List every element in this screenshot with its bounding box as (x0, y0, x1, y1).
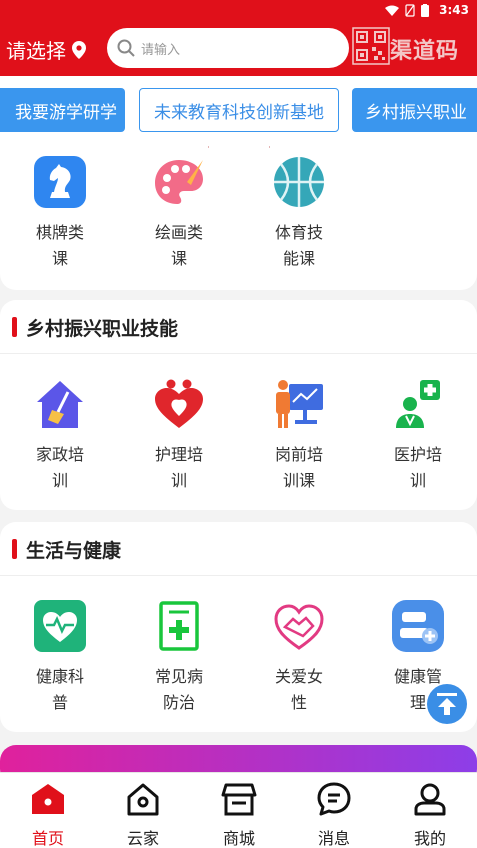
course-label: 绘画类课 (154, 223, 203, 268)
skill-label: 家政培训 (35, 445, 84, 490)
search-input[interactable]: 请输入 (107, 28, 349, 68)
section-accent-bar (12, 317, 17, 337)
status-bar: 3:43 (0, 0, 477, 22)
nav-cloud-home[interactable]: 云家 (108, 781, 178, 848)
health-item-women-care[interactable]: 关爱女性 (254, 600, 344, 716)
category-tabs: 我要游学研学 未来教育科技创新基地 乡村振兴职业 (0, 76, 477, 148)
wifi-icon (385, 5, 399, 16)
home-icon (32, 784, 64, 814)
section-title: 生活与健康 (26, 540, 122, 562)
skill-label: 护理培训 (154, 445, 203, 490)
medical-clipboard-icon (159, 601, 199, 651)
nav-profile[interactable]: 我的 (395, 781, 465, 848)
course-item-chess[interactable]: 棋牌类课 (15, 156, 105, 272)
section-title: 乡村振兴职业技能 (26, 318, 179, 340)
back-to-top-button[interactable] (427, 684, 467, 724)
nursing-heart-icon (155, 379, 203, 428)
course-label: 体育技能课 (274, 223, 323, 268)
rural-skills-section: 乡村振兴职业技能 家政培训 护理培训 岗前培训课 医护培训 (0, 300, 477, 510)
location-label: 请选择 (6, 39, 66, 63)
search-placeholder: 请输入 (141, 42, 181, 58)
search-icon (117, 39, 135, 57)
section-header: 乡村振兴职业技能 (0, 300, 477, 354)
user-icon (414, 783, 446, 816)
health-label: 健康科普 (35, 667, 84, 712)
battery-icon (421, 4, 429, 17)
section-accent-bar (12, 539, 17, 559)
tab-study-tour[interactable]: 我要游学研学 (0, 88, 125, 132)
location-selector[interactable]: 请选择 (6, 35, 86, 64)
heart-handshake-icon (274, 604, 324, 650)
status-time: 3:43 (439, 3, 469, 17)
skill-item-medical-care[interactable]: 医护培训 (373, 378, 463, 494)
store-icon (221, 783, 257, 816)
chat-bubble-icon (317, 782, 351, 816)
nav-label: 首页 (31, 829, 64, 848)
no-sim-icon (405, 4, 415, 17)
skill-item-housekeeping[interactable]: 家政培训 (15, 378, 105, 494)
palette-icon (155, 160, 203, 204)
health-label: 常见病防治 (154, 667, 203, 712)
health-management-icon (392, 600, 444, 652)
course-item-painting[interactable]: 绘画类课 (134, 156, 224, 272)
qr-code-icon[interactable] (352, 27, 390, 65)
house-outline-icon (127, 783, 159, 816)
nav-label: 云家 (126, 829, 159, 848)
presentation-icon (276, 380, 323, 428)
skill-label: 医护培训 (393, 445, 442, 490)
skill-item-pre-job[interactable]: 岗前培训课 (254, 378, 344, 494)
housekeeping-icon (37, 381, 83, 428)
course-section: 棋牌类课 绘画类课 体育技能课 (0, 148, 477, 290)
course-label: 棋牌类课 (35, 223, 84, 268)
nav-label: 商城 (222, 829, 255, 848)
nav-home[interactable]: 首页 (13, 781, 83, 848)
nav-label: 消息 (317, 829, 350, 848)
status-icons (385, 4, 429, 17)
location-pin-icon (72, 40, 86, 59)
tab-rural-revitalization[interactable]: 乡村振兴职业 (352, 88, 477, 132)
nav-mall[interactable]: 商城 (204, 781, 274, 848)
tab-future-education[interactable]: 未来教育科技创新基地 (139, 88, 339, 132)
course-item-sports[interactable]: 体育技能课 (254, 156, 344, 272)
basketball-icon (274, 157, 324, 207)
top-bar: 请选择 请输入 渠道码 (0, 22, 477, 76)
bottom-navigation: 首页 云家 商城 消息 我的 (0, 772, 477, 848)
health-section: 生活与健康 健康科普 常见病防治 关爱女性 健康管理 (0, 522, 477, 732)
health-item-science[interactable]: 健康科普 (15, 600, 105, 716)
skill-label: 岗前培训课 (274, 445, 323, 490)
nav-label: 我的 (413, 829, 446, 848)
doctor-icon (396, 380, 440, 428)
health-item-disease-prevention[interactable]: 常见病防治 (134, 600, 224, 716)
chess-knight-icon (34, 156, 86, 208)
health-label: 关爱女性 (274, 667, 323, 712)
nav-messages[interactable]: 消息 (299, 781, 369, 848)
arrow-up-icon (437, 693, 457, 715)
skill-item-nursing[interactable]: 护理培训 (134, 378, 224, 494)
section-header: 生活与健康 (0, 522, 477, 576)
brand-text: 渠道码 (390, 39, 460, 64)
heart-pulse-icon (34, 600, 86, 652)
